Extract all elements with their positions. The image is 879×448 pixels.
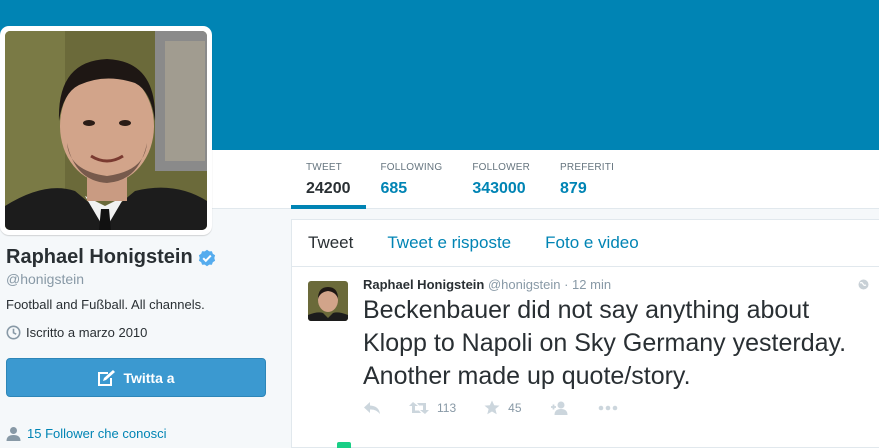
stat-label: Following <box>380 162 443 173</box>
profile-joined: Iscritto a marzo 2010 <box>6 325 268 340</box>
profile-name[interactable]: Raphael Honigstein <box>6 246 193 269</box>
globe-icon <box>858 279 869 290</box>
stat-value: 24200 <box>306 180 351 197</box>
retweet-icon <box>409 401 429 414</box>
stat-value: 879 <box>560 180 587 197</box>
follow-icon <box>550 401 567 415</box>
followers-you-know-label: 15 Follower che conosci <box>27 426 167 441</box>
stat-following[interactable]: Following 685 <box>366 150 458 209</box>
tweet-header: Raphael Honigstein @honigstein · 12 min <box>363 277 611 292</box>
stat-label: Preferiti <box>560 162 615 173</box>
stat-label: Tweet <box>306 162 342 173</box>
person-icon <box>6 427 21 441</box>
tweet-avatar[interactable] <box>308 281 348 321</box>
star-icon <box>484 400 500 415</box>
next-tweet-retweet-indicator <box>337 442 351 448</box>
tweet-to-label: Twitta a <box>123 369 175 386</box>
profile-card: Raphael Honigstein @honigstein Football … <box>6 246 268 441</box>
stat-value: 685 <box>380 180 408 197</box>
tweet-to-button[interactable]: Twitta a <box>6 358 266 397</box>
retweet-count: 113 <box>437 400 457 415</box>
profile-handle[interactable]: @honigstein <box>6 271 268 287</box>
retweet-button[interactable]: 113 <box>409 401 456 415</box>
stat-value: 343000 <box>472 180 526 197</box>
joined-text: Iscritto a marzo 2010 <box>26 325 148 340</box>
compose-icon <box>98 369 116 386</box>
avatar <box>5 31 207 230</box>
more-button[interactable] <box>598 405 618 411</box>
tweet-timestamp[interactable]: 12 min <box>572 277 611 292</box>
timeline: Tweet Tweet e risposte Foto e video Raph… <box>291 219 879 448</box>
profile-bio: Football and Fußball. All channels. <box>6 297 205 312</box>
profile-stats: Tweet 24200 Following 685 Follower 34300… <box>291 150 629 209</box>
tweet-author-handle[interactable]: @honigstein <box>488 277 560 292</box>
tweet-item[interactable]: Raphael Honigstein @honigstein · 12 min … <box>292 267 879 448</box>
favorite-count: 45 <box>508 400 522 415</box>
profile-avatar-frame[interactable] <box>0 26 212 235</box>
tab-tweet-replies[interactable]: Tweet e risposte <box>387 233 511 253</box>
tab-photos-videos[interactable]: Foto e video <box>545 233 639 253</box>
followers-you-know-link[interactable]: 15 Follower che conosci <box>6 426 166 441</box>
calendar-icon <box>6 325 21 340</box>
timeline-tabs: Tweet Tweet e risposte Foto e video <box>292 220 879 267</box>
stat-follower[interactable]: Follower 343000 <box>457 150 545 209</box>
stat-preferiti[interactable]: Preferiti 879 <box>545 150 629 209</box>
verified-badge-icon <box>198 249 215 266</box>
tweet-text: Beckenbauer did not say anything about K… <box>363 296 847 390</box>
reply-button[interactable] <box>363 401 381 415</box>
tab-tweet[interactable]: Tweet <box>308 233 353 253</box>
name-row: Raphael Honigstein <box>6 246 268 269</box>
favorite-button[interactable]: 45 <box>484 400 522 415</box>
tweet-separator: · <box>564 277 569 292</box>
tweet-author-name[interactable]: Raphael Honigstein <box>363 277 484 292</box>
stat-label: Follower <box>472 162 531 173</box>
more-icon <box>598 405 617 410</box>
stat-tweet[interactable]: Tweet 24200 <box>291 150 366 209</box>
tweet-actions: 113 45 <box>363 400 646 415</box>
reply-icon <box>364 401 380 414</box>
follow-user-button[interactable] <box>550 401 570 415</box>
